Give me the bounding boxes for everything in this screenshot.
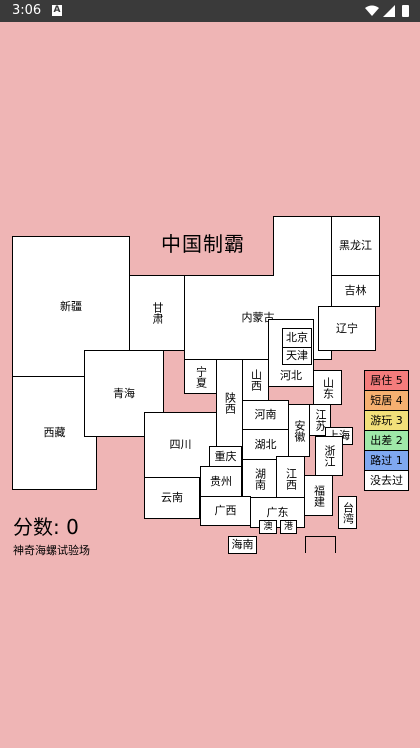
province-label: 山东 — [321, 376, 335, 399]
province-label: 新疆 — [60, 299, 82, 313]
province-label: 陕西 — [223, 392, 237, 414]
province-macau[interactable]: 澳 — [259, 520, 277, 534]
province-gansu[interactable]: 甘肃 — [129, 275, 185, 351]
notification-icon: A — [52, 5, 62, 16]
province-hainan[interactable]: 海南 — [228, 536, 257, 554]
legend-item-passed: 路过 1 — [365, 451, 408, 471]
province-hunan[interactable]: 湖南 — [242, 459, 277, 498]
province-label: 天津 — [286, 349, 308, 362]
province-anhui[interactable]: 安徽 — [288, 404, 310, 457]
province-label: 山西 — [249, 369, 263, 391]
province-label: 重庆 — [214, 449, 237, 463]
legend-item-never: 没去过 — [365, 471, 408, 490]
wifi-icon — [365, 5, 379, 16]
province-jilin[interactable]: 吉林 — [331, 275, 380, 307]
province-label: 广东 — [266, 505, 289, 519]
province-label: 海南 — [231, 538, 254, 551]
province-liaoning[interactable]: 辽宁 — [318, 306, 376, 351]
legend: 居住 5 短居 4 游玩 3 出差 2 路过 1 没去过 — [364, 370, 409, 491]
province-ningxia[interactable]: 宁夏 — [184, 359, 217, 394]
battery-icon — [402, 5, 409, 17]
score-label: 分数: — [13, 515, 60, 539]
province-label: 浙江 — [323, 445, 336, 467]
province-tianjin[interactable]: 天津 — [282, 347, 312, 365]
province-guizhou[interactable]: 贵州 — [200, 466, 242, 497]
province-shaanxi[interactable]: 陕西 — [216, 359, 243, 447]
province-label: 西藏 — [43, 426, 66, 439]
province-shandong[interactable]: 山东 — [313, 370, 342, 405]
province-label: 黑龙江 — [339, 239, 372, 252]
province-label: 台湾 — [341, 501, 355, 524]
status-bar: 3:06 A — [0, 0, 420, 22]
province-shanxi[interactable]: 山西 — [242, 359, 269, 401]
province-taiwan[interactable]: 台湾 — [338, 496, 357, 529]
province-label: 广西 — [214, 504, 237, 517]
province-label: 宁夏 — [194, 365, 208, 388]
province-label: 青海 — [113, 386, 135, 400]
signal-icon — [383, 5, 395, 17]
province-label: 福建 — [312, 484, 326, 507]
legend-item-live: 居住 5 — [365, 371, 408, 391]
page-title: 中国制霸 — [161, 232, 245, 256]
legend-item-short-stay: 短居 4 — [365, 391, 408, 411]
score-value: 0 — [66, 515, 79, 539]
province-label: 甘肃 — [151, 302, 164, 324]
province-chongqing[interactable]: 重庆 — [209, 446, 242, 467]
province-label: 四川 — [169, 438, 192, 451]
province-label: 河北 — [280, 369, 302, 382]
province-henan[interactable]: 河南 — [242, 400, 289, 430]
province-label: 贵州 — [210, 474, 232, 488]
province-label: 湖南 — [253, 467, 267, 490]
province-jiangxi[interactable]: 江西 — [276, 456, 305, 502]
province-label: 辽宁 — [336, 321, 358, 335]
province-label: 港 — [283, 522, 293, 532]
province-yunnan[interactable]: 云南 — [144, 477, 200, 519]
province-guangxi[interactable]: 广西 — [200, 496, 251, 526]
province-beijing[interactable]: 北京 — [282, 328, 312, 348]
province-label: 吉林 — [344, 284, 367, 297]
legend-item-business: 出差 2 — [365, 431, 408, 451]
province-heilongjiang[interactable]: 黑龙江 — [331, 216, 380, 276]
status-time: 3:06 — [12, 3, 42, 18]
province-label: 云南 — [161, 491, 183, 504]
province-neimenggu-east[interactable] — [273, 216, 333, 276]
subtitle: 神奇海螺试验场 — [13, 544, 90, 557]
province-hongkong[interactable]: 港 — [280, 520, 297, 534]
status-icons — [365, 5, 409, 17]
nanhai-islands-box — [305, 536, 336, 553]
province-fujian[interactable]: 福建 — [304, 475, 333, 516]
legend-item-travel: 游玩 3 — [365, 411, 408, 431]
province-label: 湖北 — [254, 437, 277, 451]
province-label: 安徽 — [293, 419, 306, 442]
province-zhejiang[interactable]: 浙江 — [315, 436, 343, 476]
province-label: 江西 — [284, 468, 298, 490]
province-label: 澳 — [263, 522, 273, 532]
province-label: 河南 — [254, 408, 277, 421]
province-label: 北京 — [286, 331, 308, 344]
score: 分数: 0 — [13, 511, 79, 540]
